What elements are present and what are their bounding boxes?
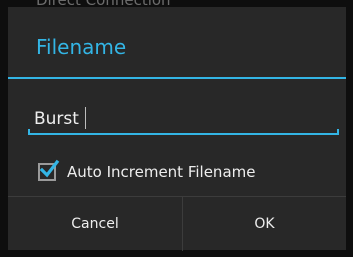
input-underline-left-tick — [28, 129, 30, 135]
checkmark-icon — [39, 159, 60, 178]
auto-increment-row[interactable]: Auto Increment Filename — [38, 159, 255, 185]
dialog-title: Filename — [36, 35, 127, 59]
title-divider — [8, 77, 346, 79]
auto-increment-label: Auto Increment Filename — [67, 163, 256, 181]
text-cursor — [85, 107, 86, 129]
filename-input[interactable]: Burst — [28, 103, 339, 143]
filename-input-value: Burst — [34, 109, 79, 129]
dialog-button-bar: Cancel OK — [8, 196, 346, 251]
auto-increment-checkbox[interactable] — [38, 159, 60, 181]
input-underline-right-tick — [337, 129, 339, 135]
ok-button[interactable]: OK — [183, 197, 346, 251]
filename-dialog: Filename Burst Auto Increment Filename C… — [8, 7, 346, 251]
input-underline — [28, 133, 339, 135]
cancel-button[interactable]: Cancel — [8, 197, 182, 251]
